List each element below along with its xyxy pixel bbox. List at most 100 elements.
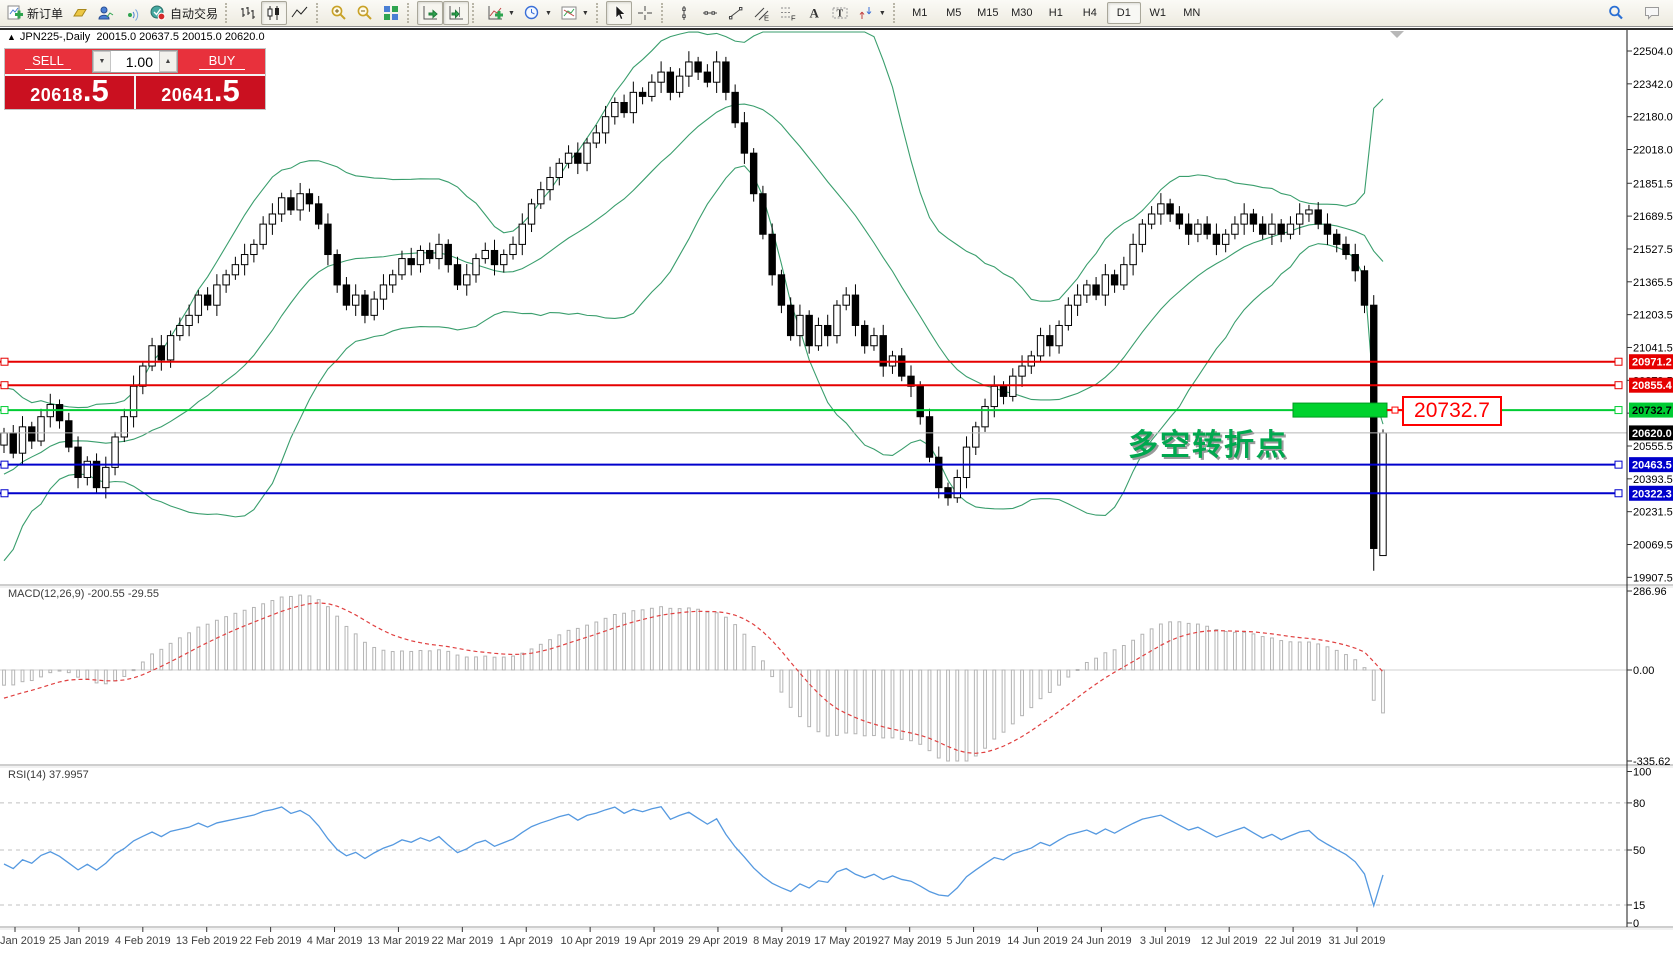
line-handle[interactable] <box>1 407 8 414</box>
vertical-line-button[interactable] <box>671 1 697 25</box>
candle-body <box>19 427 25 453</box>
candle-body <box>1148 214 1154 224</box>
line-handle[interactable] <box>1 382 8 389</box>
candle-body <box>1084 285 1090 295</box>
candle-body <box>232 265 238 275</box>
volume-decrease-button[interactable]: ▼ <box>93 51 111 72</box>
candle-body <box>103 467 109 487</box>
dropdown-caret-icon: ▼ <box>879 10 886 17</box>
new-order-button[interactable]: 新订单 <box>2 1 67 25</box>
date-tick: 27 May 2019 <box>878 935 942 947</box>
pivot-connector-handle[interactable] <box>1392 407 1398 413</box>
candle-body <box>121 417 127 437</box>
equidistant-channel-button[interactable]: E <box>749 1 775 25</box>
line-handle[interactable] <box>1 358 8 365</box>
line-handle[interactable] <box>1615 407 1622 414</box>
date-tick: 8 May 2019 <box>753 935 810 947</box>
rsi-tick: 100 <box>1633 767 1651 779</box>
timeframe-d1-button[interactable]: D1 <box>1107 2 1141 24</box>
line-handle[interactable] <box>1615 490 1622 497</box>
candle-body <box>686 62 692 76</box>
collapse-icon[interactable]: ▲ <box>7 32 16 42</box>
line-chart-button[interactable] <box>287 1 313 25</box>
line-handle[interactable] <box>1615 358 1622 365</box>
chart-shift-button[interactable] <box>443 1 469 25</box>
candle-body <box>464 275 470 285</box>
horizontal-line-button[interactable] <box>697 1 723 25</box>
timeframe-m30-button[interactable]: M30 <box>1005 2 1039 24</box>
candle-body <box>1047 336 1053 346</box>
sell-button[interactable]: SELL <box>5 49 91 74</box>
date-tick: 12 Jul 2019 <box>1201 935 1258 947</box>
timeframe-h4-button[interactable]: H4 <box>1073 2 1107 24</box>
price-tick: 21203.5 <box>1633 310 1673 322</box>
date-tick: 22 Jul 2019 <box>1265 935 1322 947</box>
timeframe-m1-button[interactable]: M1 <box>903 2 937 24</box>
candle-body <box>658 72 664 82</box>
arrow-objects-button[interactable]: ▼ <box>853 1 890 25</box>
candle-body <box>899 356 905 376</box>
timeframe-m15-button[interactable]: M15 <box>971 2 1005 24</box>
timeframe-mn-button[interactable]: MN <box>1175 2 1209 24</box>
macd-histogram-bar <box>132 670 135 671</box>
volume-input[interactable]: 1.00 <box>111 51 159 72</box>
candlestick-chart-button[interactable] <box>261 1 287 25</box>
shift-icon <box>447 4 465 22</box>
rsi-tick: 0 <box>1633 918 1639 930</box>
candle-body <box>167 336 173 360</box>
indicators-button[interactable]: ▼ <box>482 1 519 25</box>
candle-body <box>760 194 766 235</box>
line-handle[interactable] <box>1615 382 1622 389</box>
text-label-button[interactable]: T <box>827 1 853 25</box>
text-button[interactable]: A <box>801 1 827 25</box>
search-button[interactable] <box>1603 1 1629 25</box>
chart-object-button[interactable] <box>67 1 93 25</box>
candle-body <box>1306 210 1312 214</box>
zoom-out-button[interactable] <box>352 1 378 25</box>
fibonacci-retracement-button[interactable]: F <box>775 1 801 25</box>
candle-body <box>519 224 525 244</box>
candle-body <box>1056 325 1062 345</box>
timeframe-m5-button[interactable]: M5 <box>937 2 971 24</box>
chat-button[interactable] <box>1639 1 1665 25</box>
periods-button[interactable]: ▼ <box>519 1 556 25</box>
buy-button[interactable]: BUY <box>179 49 265 74</box>
crosshair-button[interactable] <box>632 1 658 25</box>
macd-histogram-bar <box>1076 669 1079 670</box>
trendline-button[interactable] <box>723 1 749 25</box>
tile-windows-button[interactable] <box>378 1 404 25</box>
line-handle[interactable] <box>1615 461 1622 468</box>
zoom-in-button[interactable] <box>326 1 352 25</box>
templates-button[interactable]: ▼ <box>556 1 593 25</box>
volume-increase-button[interactable]: ▲ <box>159 51 177 72</box>
sell-price[interactable]: 20618 .5 <box>5 76 136 109</box>
chart-area[interactable]: 22504.022342.022180.022018.021851.521689… <box>0 28 1673 953</box>
timeframe-w1-button[interactable]: W1 <box>1141 2 1175 24</box>
line-handle[interactable] <box>1 490 8 497</box>
new-order-label: 新订单 <box>27 5 63 22</box>
pivot-highlight-rect[interactable] <box>1293 403 1387 417</box>
cursor-button[interactable] <box>606 1 632 25</box>
price-tick: 21689.5 <box>1633 211 1673 223</box>
candle-body <box>427 250 433 258</box>
search-icon <box>1607 4 1625 22</box>
line-handle[interactable] <box>1 461 8 468</box>
buy-price[interactable]: 20641 .5 <box>136 76 265 109</box>
candle-body <box>556 163 562 177</box>
pivot-annotation-text[interactable]: 多空转折点 <box>1128 420 1288 464</box>
svg-text:20322.3: 20322.3 <box>1632 488 1672 500</box>
candle-body <box>214 285 220 305</box>
market-signal-button[interactable] <box>119 1 145 25</box>
candle-body <box>158 346 164 360</box>
svg-text:20463.5: 20463.5 <box>1632 460 1672 472</box>
candle-body <box>723 62 729 92</box>
candle-body <box>593 133 599 143</box>
bar-chart-button[interactable] <box>235 1 261 25</box>
auto-scroll-button[interactable] <box>417 1 443 25</box>
candle-body <box>343 285 349 305</box>
expert-advisors-button[interactable] <box>93 1 119 25</box>
timeframe-h1-button[interactable]: H1 <box>1039 2 1073 24</box>
candle-body <box>482 250 488 258</box>
price-annotation-box[interactable]: 20732.7 <box>1402 396 1502 426</box>
auto-trading-button[interactable]: 自动交易 <box>145 1 222 25</box>
